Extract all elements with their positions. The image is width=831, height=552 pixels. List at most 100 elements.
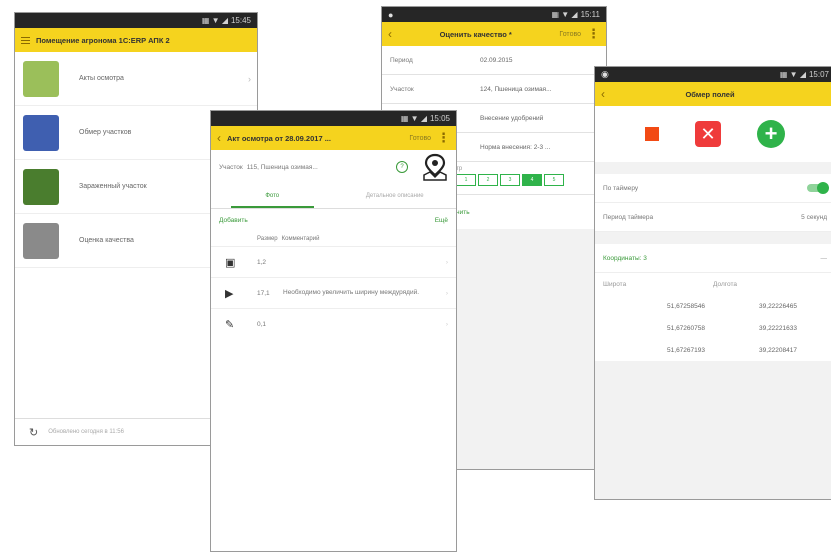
timer-row: По таймеру <box>595 174 831 203</box>
info-icon[interactable]: ? <box>396 161 408 173</box>
collapse-icon[interactable]: — <box>821 255 828 262</box>
rating-option[interactable]: 4 <box>522 174 542 186</box>
form-row[interactable]: Период 02.09.2015 <box>382 46 606 75</box>
checklist-icon <box>23 222 59 259</box>
signal-icon: ▦ ▼ ◢ <box>779 70 806 79</box>
location-icon: ◉ <box>601 69 609 79</box>
app-bar: ‹ Обмер полей <box>595 82 831 106</box>
form-row[interactable]: Участок 124, Пшеница озимая... <box>382 75 606 104</box>
coord-lon: 39,22226465 <box>759 302 797 310</box>
done-button[interactable]: Готово <box>559 31 581 38</box>
table-header: Размер Комментарий <box>211 232 456 246</box>
coord-lat: 51,67260758 <box>667 324 705 332</box>
more-menu-icon[interactable]: ⋮ <box>437 130 450 146</box>
control-buttons: ✕ + <box>595 106 831 162</box>
cancel-button[interactable]: ✕ <box>695 121 721 147</box>
coord-lat: 51,67258546 <box>667 302 705 310</box>
table-row[interactable]: ✎ 0,1 › <box>211 308 456 339</box>
rating-option[interactable]: 2 <box>478 174 498 186</box>
row-comment: Необходимо увеличить ширину междурядий. <box>283 289 420 296</box>
screen-title: Акт осмотра от 28.09.2017 ... <box>227 133 331 143</box>
phone-inspection-act: ▦ ▼ ◢ 15:05 ‹ Акт осмотра от 28.09.2017 … <box>210 110 457 552</box>
add-button[interactable]: Добавить <box>219 217 248 224</box>
more-button[interactable]: Ещё <box>435 217 448 224</box>
back-icon[interactable]: ‹ <box>388 27 392 41</box>
add-point-button[interactable]: + <box>757 120 785 148</box>
refresh-icon[interactable]: ↻ <box>29 426 38 439</box>
col-comment: Комментарий <box>281 236 320 242</box>
android-icon: ● <box>388 9 394 20</box>
more-menu-icon[interactable]: ⋮ <box>587 26 600 42</box>
table-row[interactable]: ▣ 1,2 › <box>211 246 456 277</box>
hamburger-menu-icon[interactable] <box>21 35 30 46</box>
timer-label: По таймеру <box>603 184 639 192</box>
rating-option[interactable]: 3 <box>500 174 520 186</box>
timer-toggle[interactable] <box>807 182 829 194</box>
coord-lon: 39,22221633 <box>759 324 797 332</box>
chevron-right-icon: › <box>248 73 251 84</box>
period-label: Период таймера <box>603 213 654 221</box>
row-size: 0,1 <box>257 320 267 328</box>
chevron-right-icon: › <box>445 258 448 266</box>
row-size: 17,1 <box>257 289 270 297</box>
coords-label: Координаты: 3 <box>603 254 647 262</box>
done-button[interactable]: Готово <box>409 135 431 142</box>
sync-status: Обновлено сегодня в 11:56 <box>48 429 124 435</box>
app-bar: Помещение агронома 1С:ERP АПК 2 <box>15 28 257 52</box>
coords-table-header: Широта Долгота <box>595 273 831 295</box>
app-title: Помещение агронома 1С:ERP АПК 2 <box>36 35 170 45</box>
tab-details[interactable]: Детальное описание <box>334 193 457 199</box>
video-icon: ▶ <box>225 287 234 300</box>
screen-title: Оценить качество * <box>439 29 512 39</box>
clock: 15:05 <box>429 114 450 123</box>
lon-header: Долгота <box>713 280 737 288</box>
status-bar: ◉ ▦ ▼ ◢ 15:07 <box>595 67 831 82</box>
coords-table: Широта Долгота 51,67258546 39,22226465 51,… <box>595 273 831 361</box>
chevron-right-icon: › <box>445 289 448 297</box>
app-bar: ‹ Акт осмотра от 28.09.2017 ... Готово ⋮ <box>211 126 456 150</box>
area-value[interactable]: 115, Пшеница озимая... <box>247 164 392 171</box>
lat-header: Широта <box>603 280 627 288</box>
camera-icon: ▣ <box>225 256 236 269</box>
pest-icon <box>23 168 59 205</box>
table-row[interactable]: ▶ 17,1 Необходимо увеличить ширину междуря… <box>211 277 456 308</box>
back-icon[interactable]: ‹ <box>217 131 221 145</box>
signal-icon: ▦ ▼ ◢ <box>400 114 427 123</box>
period-row: Период таймера 5 секунд <box>595 203 831 232</box>
stop-button[interactable] <box>645 127 659 141</box>
coord-row[interactable]: 51,67267193 39,22208417 <box>595 339 831 361</box>
coords-header[interactable]: Координаты: 3 — <box>595 244 831 273</box>
signal-icon: ▦ ▼ ◢ <box>551 10 578 19</box>
tab-bar: Фото Детальное описание <box>211 184 456 209</box>
coord-lat: 51,67267193 <box>667 346 705 354</box>
map-pin-icon[interactable] <box>422 153 448 181</box>
menu-item-label: Акты осмотра <box>79 75 124 82</box>
field-value: Внесение удобрений <box>480 114 544 122</box>
field-value: 124, Пшеница озимая... <box>480 85 552 93</box>
clock: 15:11 <box>580 10 600 19</box>
signal-icon: ▦ ▼ ◢ <box>201 16 228 25</box>
menu-item[interactable]: Акты осмотра › <box>15 52 257 106</box>
coord-row[interactable]: 51,67258546 39,22226465 <box>595 295 831 317</box>
col-size: Размер <box>257 236 278 242</box>
clock: 15:45 <box>230 16 251 25</box>
status-bar: ● ▦ ▼ ◢ 15:11 <box>382 7 606 22</box>
area-row: Участок 115, Пшеница озимая... ? <box>211 150 456 184</box>
period-value[interactable]: 5 секунд <box>801 214 827 221</box>
pen-icon: ✎ <box>225 318 235 331</box>
tab-photo[interactable]: Фото <box>211 193 334 208</box>
screen-title: Обмер полей <box>685 89 735 99</box>
status-bar: ▦ ▼ ◢ 15:45 <box>15 13 257 28</box>
coord-row[interactable]: 51,67260758 39,22221633 <box>595 317 831 339</box>
chevron-right-icon: › <box>445 320 448 328</box>
status-bar: ▦ ▼ ◢ 15:05 <box>211 111 456 126</box>
rating-option[interactable]: 5 <box>544 174 564 186</box>
field-label: Участок <box>390 85 414 93</box>
action-row: Добавить Ещё <box>211 209 456 232</box>
map-icon <box>23 114 59 151</box>
plants-icon <box>23 60 59 97</box>
app-bar: ‹ Оценить качество * Готово ⋮ <box>382 22 606 46</box>
area-label: Участок <box>219 163 243 171</box>
back-icon[interactable]: ‹ <box>601 87 605 101</box>
rating-option[interactable]: 1 <box>456 174 476 186</box>
